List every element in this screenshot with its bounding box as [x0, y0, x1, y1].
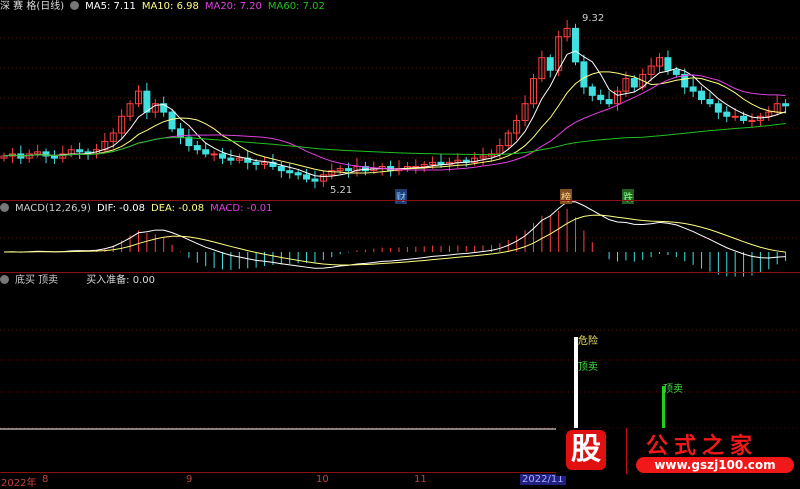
candle-body: [193, 145, 201, 151]
low-price-label: 5.21: [330, 185, 353, 196]
candle-body: [143, 90, 151, 113]
candle-body: [723, 111, 731, 117]
axis-month-9: 9: [186, 474, 193, 485]
candle-body: [698, 90, 706, 101]
dropdown-icon[interactable]: [70, 1, 80, 10]
candle-body: [252, 161, 260, 165]
candle-body: [227, 157, 235, 161]
macd-title: MACD(12,26,9): [15, 203, 91, 214]
axis-month-11: 11: [414, 474, 427, 485]
candle-body: [345, 168, 353, 172]
candle-body: [689, 86, 697, 92]
candle-body: [664, 57, 672, 71]
candle-body: [277, 165, 285, 172]
candle-body: [437, 161, 445, 165]
danger-label: 危险: [578, 336, 598, 347]
watermark: 股 公式之家 www.gszj100.com: [556, 428, 800, 476]
watermark-url: www.gszj100.com: [636, 457, 794, 473]
ma5-value: MA5: 7.11: [85, 1, 136, 12]
ma60-value: MA60: 7.02: [267, 1, 325, 12]
candle-body: [76, 149, 84, 153]
candle-body: [168, 111, 176, 130]
candle-body: [219, 153, 227, 159]
watermark-logo: 股: [566, 430, 606, 470]
candle-body: [731, 115, 739, 118]
candle-body: [580, 61, 588, 88]
danger-signal-bar: [574, 337, 578, 429]
dif-value: DIF: -0.08: [96, 203, 145, 214]
high-price-label: 9.32: [582, 13, 605, 24]
dropdown-icon[interactable]: [0, 203, 9, 212]
ma10-value: MA10: 6.98: [141, 1, 199, 12]
stock-title: 深 赛 格(日线): [0, 1, 65, 12]
candle-body: [630, 78, 638, 88]
candle-body: [782, 103, 790, 107]
dropdown-icon[interactable]: [0, 275, 9, 284]
candle-body: [294, 172, 302, 176]
candle-body: [597, 94, 605, 101]
candle-body: [605, 99, 613, 105]
ma20-value: MA20: 7.20: [204, 1, 262, 12]
candle-body: [571, 27, 579, 63]
candle-body: [210, 153, 218, 156]
event-tag-list[interactable]: 榜: [560, 189, 572, 204]
macd-value: MACD: -0.01: [210, 203, 273, 214]
top-sell-label: 顶卖: [663, 384, 683, 395]
event-tag-finance[interactable]: 财: [395, 189, 407, 204]
candle-body: [202, 149, 210, 155]
candle-body: [588, 86, 596, 96]
kline-chart[interactable]: [0, 0, 800, 487]
signal-title: 底买 顶卖: [15, 275, 59, 286]
dea-line: [3, 214, 786, 266]
macd-header: MACD(12,26,9) DIF: -0.08 DEA: -0.08 MACD: -…: [0, 203, 279, 215]
candle-body: [748, 119, 756, 122]
axis-month-10: 10: [316, 474, 329, 485]
watermark-name: 公式之家: [646, 434, 759, 459]
main-header: 深 赛 格(日线) MA5: 7.11 MA10: 6.98 MA20: 7.20 MA…: [0, 1, 331, 13]
candle-body: [50, 155, 58, 159]
candle-body: [546, 57, 554, 71]
axis-month-8: 8: [42, 474, 49, 485]
dea-value: DEA: -0.08: [151, 203, 205, 214]
candle-body: [706, 99, 714, 105]
candle-body: [311, 178, 319, 182]
signal-header: 底买 顶卖 买入准备: 0.00: [0, 275, 161, 287]
buy-ready-value: 买入准备: 0.00: [86, 275, 156, 286]
top-sell-label: 顶卖: [578, 362, 598, 373]
candle-body: [303, 174, 311, 180]
candle-body: [672, 69, 680, 75]
candle-body: [740, 115, 748, 121]
candle-body: [286, 170, 294, 174]
event-tag-fall[interactable]: 跌: [622, 189, 634, 204]
candle-body: [714, 103, 722, 113]
